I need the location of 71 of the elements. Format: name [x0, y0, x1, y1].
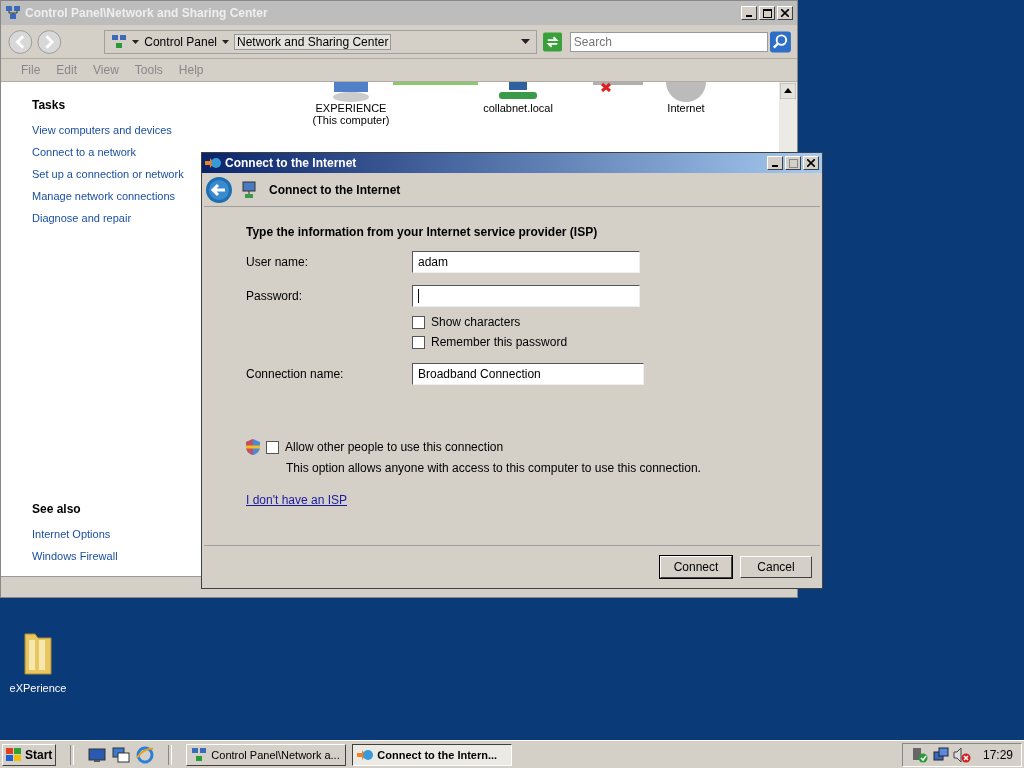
- dialog-button[interactable]: Cancel: [740, 556, 812, 578]
- search-field[interactable]: Search: [569, 31, 769, 52]
- checkbox-label[interactable]: Show characters: [431, 315, 521, 329]
- breadcrumb-item[interactable]: Network and Sharing Center: [234, 33, 392, 50]
- caret-icon[interactable]: [222, 39, 229, 44]
- taskbar-button[interactable]: Connect to the Intern...: [352, 743, 513, 766]
- task-link[interactable]: Manage network connections: [32, 190, 201, 202]
- task-link[interactable]: View computers and devices: [32, 124, 201, 136]
- section-heading: See also: [32, 502, 82, 516]
- muted-speaker-icon[interactable]: [952, 746, 971, 763]
- start-button[interactable]: Start: [2, 743, 57, 766]
- input-field[interactable]: adam: [412, 251, 640, 273]
- checkbox-label[interactable]: Remember this password: [431, 335, 568, 349]
- checkbox[interactable]: [266, 440, 279, 454]
- desktop-icon-label[interactable]: eXPerience: [9, 682, 67, 694]
- checkbox[interactable]: [412, 315, 425, 329]
- maximize-button[interactable]: [759, 6, 775, 20]
- instruction-text: Type the information from your Internet service provider (ISP): [246, 225, 599, 239]
- node-sublabel: (This computer): [312, 114, 390, 126]
- see-also-link[interactable]: Windows Firewall: [32, 550, 201, 562]
- field-label: Connection name:: [246, 367, 345, 381]
- close-icon: [807, 159, 815, 167]
- back-button[interactable]: [205, 175, 233, 204]
- browser-icon[interactable]: [136, 745, 155, 764]
- checkbox-label[interactable]: Allow other people to use this connection: [285, 440, 504, 454]
- desktop-icon[interactable]: [88, 746, 107, 763]
- field-label: Password:: [246, 289, 304, 303]
- minimize-button[interactable]: [767, 156, 783, 170]
- close-button[interactable]: [777, 6, 793, 20]
- task-link[interactable]: Connect to a network: [32, 146, 201, 158]
- task-link[interactable]: Diagnose and repair: [32, 212, 201, 224]
- network-icon: [5, 5, 21, 21]
- refresh-icon[interactable]: [542, 31, 562, 52]
- see-also-link[interactable]: Internet Options: [32, 528, 201, 540]
- maximize-icon: [762, 8, 772, 18]
- network-icon: [191, 746, 208, 763]
- input-field[interactable]: [412, 285, 640, 307]
- wizard-heading: Connect to the Internet: [269, 182, 401, 197]
- input-field[interactable]: Broadband Connection: [412, 363, 644, 385]
- maximize-button[interactable]: [785, 156, 801, 170]
- minimize-button[interactable]: [741, 6, 757, 20]
- dialog-title: Connect to the Internet: [225, 156, 358, 170]
- network-icon[interactable]: [932, 746, 949, 763]
- section-heading: Tasks: [32, 98, 67, 112]
- windows-logo: [6, 747, 22, 762]
- node-label: Internet: [667, 102, 705, 114]
- maximize-icon: [788, 158, 798, 168]
- window-switch-icon[interactable]: [112, 746, 131, 763]
- task-link[interactable]: Set up a connection or network: [32, 168, 201, 180]
- scroll-up-icon[interactable]: [780, 83, 796, 99]
- dropdown-caret-icon[interactable]: [520, 39, 530, 44]
- dialog-button[interactable]: Connect: [660, 556, 732, 578]
- search-icon[interactable]: [770, 30, 791, 53]
- checkbox[interactable]: [412, 335, 425, 349]
- network-icon: [111, 33, 128, 50]
- taskbar-button[interactable]: Control Panel\Network a...: [186, 743, 347, 766]
- shield-icon: [246, 439, 260, 455]
- security-icon[interactable]: [910, 746, 929, 763]
- network-icon: [241, 180, 257, 199]
- clock: 17:29: [982, 747, 1013, 762]
- close-button[interactable]: [803, 156, 819, 170]
- folder-icon[interactable]: [21, 630, 55, 678]
- field-label: User name:: [246, 255, 310, 269]
- isp-link[interactable]: I don't have an ISP: [246, 493, 348, 507]
- close-icon: [781, 9, 789, 17]
- node-label: collabnet.local: [483, 102, 553, 114]
- address-bar[interactable]: Control Panel Network and Sharing Center: [104, 29, 537, 54]
- option-description: This option allows anyone with access to this computer to use this connection.: [286, 461, 702, 475]
- breadcrumb-item[interactable]: Control Panel: [144, 34, 217, 49]
- node-label: EXPERIENCE: [315, 102, 387, 114]
- caret-icon[interactable]: [132, 39, 140, 44]
